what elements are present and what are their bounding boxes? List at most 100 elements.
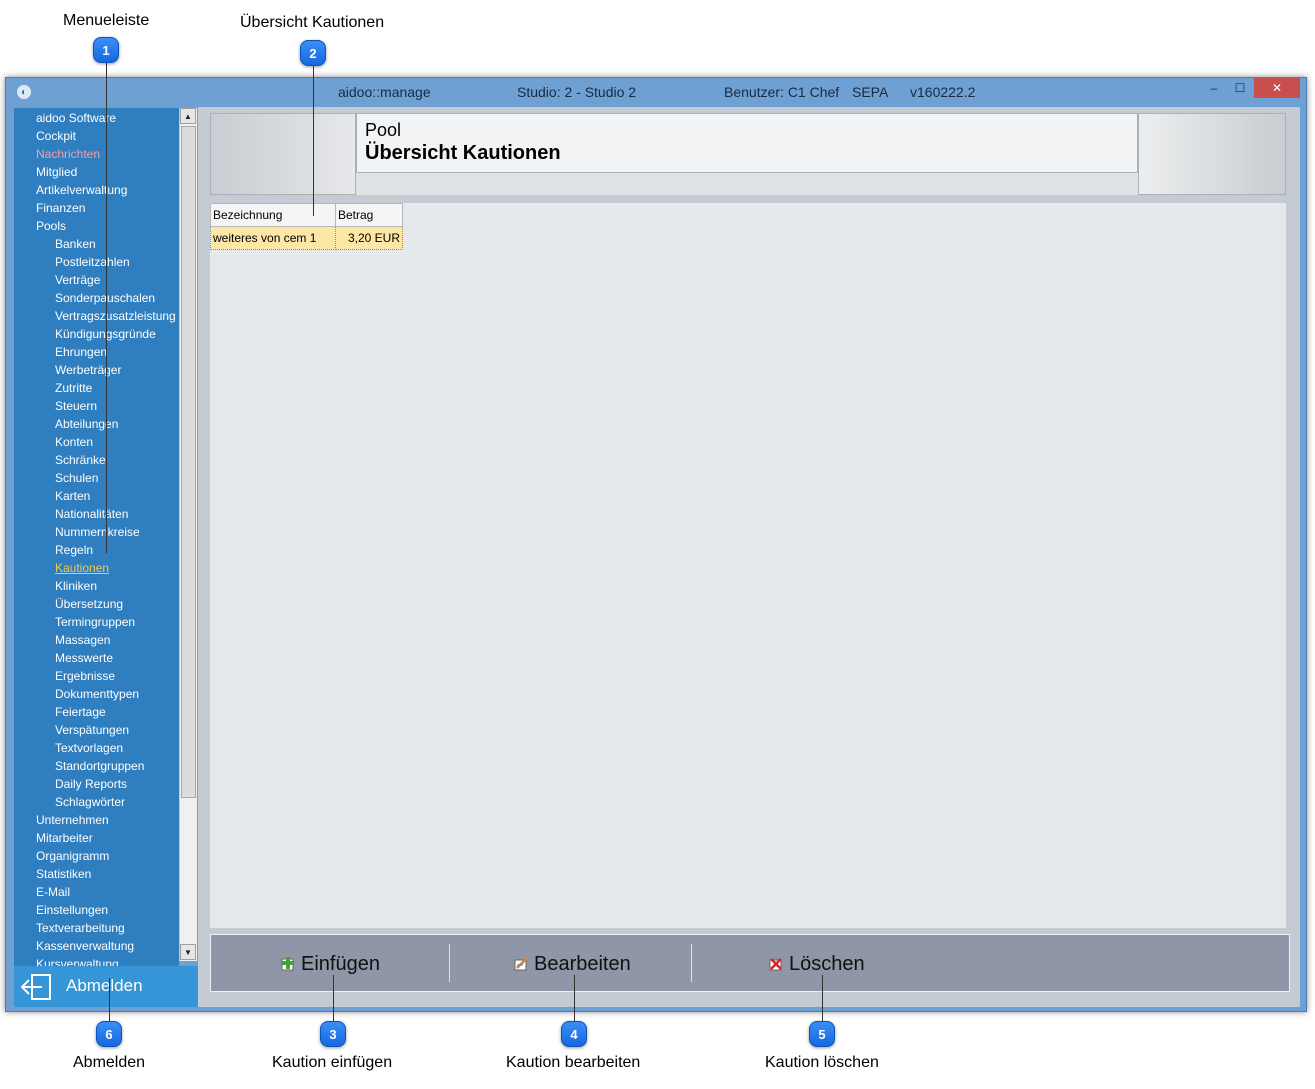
logout-label: Abmelden	[66, 976, 143, 995]
sidebar-item-organigramm[interactable]: Organigramm	[36, 849, 109, 863]
callout-label-2: Übersicht Kautionen	[240, 14, 385, 31]
scroll-up-icon[interactable]: ▲	[180, 108, 196, 124]
cell-betrag[interactable]: 3,20 EUR	[335, 226, 403, 250]
sidebar-item-nationalitäten[interactable]: Nationalitäten	[55, 507, 128, 521]
sidebar-item-abteilungen[interactable]: Abteilungen	[55, 417, 118, 431]
callout-badge-1: 1	[93, 37, 119, 63]
edit-label: Bearbeiten	[534, 952, 631, 975]
sidebar-item-banken[interactable]: Banken	[55, 237, 96, 251]
callout-line-2	[313, 65, 314, 216]
sidebar-item-einstellungen[interactable]: Einstellungen	[36, 903, 108, 917]
header-panel: Pool Übersicht Kautionen	[356, 113, 1138, 173]
sidebar-item-karten[interactable]: Karten	[55, 489, 90, 503]
studio-label: Studio: 2 - Studio 2	[517, 84, 637, 100]
delete-label: Löschen	[789, 952, 865, 975]
sidebar-item-statistiken[interactable]: Statistiken	[36, 867, 91, 881]
callout-badge-5: 5	[809, 1021, 835, 1047]
sidebar-item-e-mail[interactable]: E-Mail	[36, 885, 70, 899]
sidebar-item-kassenverwaltung[interactable]: Kassenverwaltung	[36, 939, 134, 953]
user-label: Benutzer: C1 Chef	[724, 84, 840, 100]
column-header-betrag[interactable]: Betrag	[335, 203, 403, 227]
callout-line-6	[109, 978, 110, 1022]
sidebar-item-kliniken[interactable]: Kliniken	[55, 579, 97, 593]
callout-badge-4: 4	[561, 1021, 587, 1047]
sidebar-item-feiertage[interactable]: Feiertage	[55, 705, 106, 719]
sidebar-menu: aidoo Software Cockpit Nachrichten Mitglied…	[14, 108, 179, 966]
sidebar-item-schulen[interactable]: Schulen	[55, 471, 98, 485]
app-window: ◐ aidoo::manage Studio: 2 - Studio 2 Ben…	[5, 77, 1307, 1012]
sidebar-item-postleitzahlen[interactable]: Postleitzahlen	[55, 255, 130, 269]
sidebar-item-schlagwörter[interactable]: Schlagwörter	[55, 795, 125, 809]
edit-icon	[514, 957, 528, 971]
close-button[interactable]: ✕	[1254, 78, 1300, 98]
scroll-thumb[interactable]	[181, 126, 196, 798]
sidebar-item-termingruppen[interactable]: Termingruppen	[55, 615, 135, 629]
sidebar-item-regeln[interactable]: Regeln	[55, 543, 93, 557]
sidebar-item-finanzen[interactable]: Finanzen	[36, 201, 85, 215]
sidebar-item-textvorlagen[interactable]: Textvorlagen	[55, 741, 123, 755]
sidebar-item-mitarbeiter[interactable]: Mitarbeiter	[36, 831, 93, 845]
sidebar-scrollbar[interactable]: ▲ ▼	[179, 108, 197, 961]
insert-button[interactable]: Einfügen	[281, 949, 380, 979]
sidebar-item-ergebnisse[interactable]: Ergebnisse	[55, 669, 115, 683]
cell-bezeichnung[interactable]: weiteres von cem 1	[210, 226, 336, 250]
table-row[interactable]: weiteres von cem 1 3,20 EUR	[210, 226, 403, 250]
callout-line-1	[106, 63, 107, 553]
title-bar: ◐ aidoo::manage Studio: 2 - Studio 2 Ben…	[6, 78, 1306, 106]
callout-label-1: Menueleiste	[63, 12, 150, 29]
minimize-button[interactable]: –	[1202, 78, 1226, 98]
action-toolbar: Einfügen Bearbeiten Löschen	[210, 934, 1290, 992]
header-underlay	[356, 173, 1138, 195]
callout-label-5: Kaution löschen	[765, 1054, 879, 1071]
sidebar-item-daily-reports[interactable]: Daily Reports	[55, 777, 127, 791]
sidebar-item-nachrichten[interactable]: Nachrichten	[36, 147, 100, 161]
sepa-label: SEPA	[852, 84, 889, 100]
toolbar-separator	[449, 944, 450, 982]
sidebar-item-verträge[interactable]: Verträge	[55, 273, 100, 287]
sidebar-item-übersetzung[interactable]: Übersetzung	[55, 597, 123, 611]
main-panel: Pool Übersicht Kautionen Bezeichnung Bet…	[198, 107, 1300, 1007]
callout-line-4	[574, 975, 575, 1022]
insert-label: Einfügen	[301, 952, 380, 975]
sidebar-item-standortgruppen[interactable]: Standortgruppen	[55, 759, 144, 773]
sidebar-item-artikelverwaltung[interactable]: Artikelverwaltung	[36, 183, 127, 197]
callout-badge-6: 6	[96, 1021, 122, 1047]
deposit-grid-area: Bezeichnung Betrag weiteres von cem 1 3,…	[210, 203, 1286, 928]
sidebar-item-unternehmen[interactable]: Unternehmen	[36, 813, 109, 827]
toolbar-separator	[691, 944, 692, 982]
sidebar-item-textverarbeitung[interactable]: Textverarbeitung	[36, 921, 125, 935]
sidebar-item-nummernkreise[interactable]: Nummernkreise	[55, 525, 140, 539]
arrow-left-icon	[20, 974, 51, 1000]
sidebar-item-werbeträger[interactable]: Werbeträger	[55, 363, 121, 377]
sidebar-item-messwerte[interactable]: Messwerte	[55, 651, 113, 665]
callout-badge-2: 2	[300, 40, 326, 66]
maximize-button[interactable]: ☐	[1228, 78, 1252, 98]
sidebar-item-pools[interactable]: Pools	[36, 219, 66, 233]
column-header-bezeichnung[interactable]: Bezeichnung	[210, 203, 336, 227]
page-title: Übersicht Kautionen	[365, 142, 561, 164]
header-left-panel	[210, 113, 356, 195]
callout-label-4: Kaution bearbeiten	[506, 1054, 641, 1071]
edit-button[interactable]: Bearbeiten	[514, 949, 631, 979]
sidebar-item-mitglied[interactable]: Mitglied	[36, 165, 77, 179]
delete-button[interactable]: Löschen	[769, 949, 865, 979]
sidebar-item-zutritte[interactable]: Zutritte	[55, 381, 92, 395]
sidebar-item-kautionen[interactable]: Kautionen	[55, 561, 109, 575]
sidebar-item-verspätungen[interactable]: Verspätungen	[55, 723, 129, 737]
sidebar-item-kursverwaltung[interactable]: Kursverwaltung	[36, 957, 119, 966]
page-kicker: Pool	[365, 120, 402, 140]
callout-badge-3: 3	[320, 1021, 346, 1047]
sidebar-item-konten[interactable]: Konten	[55, 435, 93, 449]
sidebar-item-cockpit[interactable]: Cockpit	[36, 129, 76, 143]
sidebar-item-ehrungen[interactable]: Ehrungen	[55, 345, 107, 359]
sidebar-item-schränke[interactable]: Schränke	[55, 453, 106, 467]
scroll-down-icon[interactable]: ▼	[180, 944, 196, 960]
callout-label-3: Kaution einfügen	[272, 1054, 393, 1071]
sidebar-item-aidoo-software[interactable]: aidoo Software	[36, 111, 116, 125]
sidebar-item-massagen[interactable]: Massagen	[55, 633, 110, 647]
add-icon	[281, 957, 294, 971]
sidebar-item-steuern[interactable]: Steuern	[55, 399, 97, 413]
sidebar-item-vertragszusatzleistung[interactable]: Vertragszusatzleistung	[55, 309, 176, 323]
logout-button[interactable]: Abmelden	[14, 966, 199, 1007]
sidebar-item-dokumenttypen[interactable]: Dokumenttypen	[55, 687, 139, 701]
